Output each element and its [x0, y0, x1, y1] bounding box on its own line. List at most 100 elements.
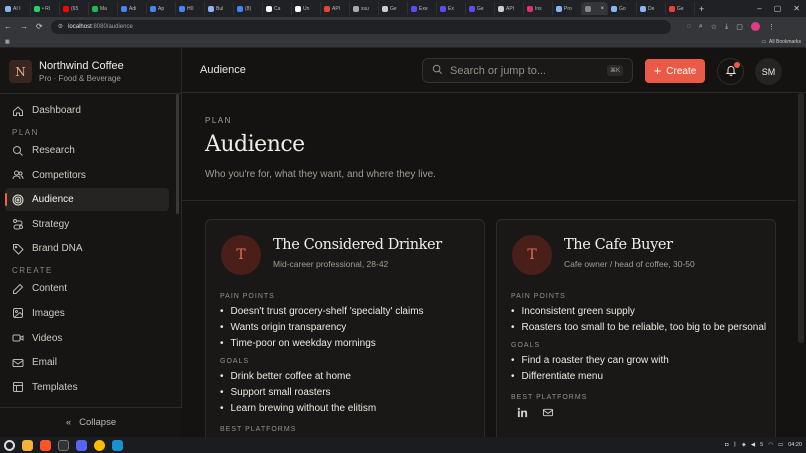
persona-card[interactable]: T The Cafe Buyer Cafe owner / head of co…: [496, 219, 776, 437]
browser-tab[interactable]: ×: [582, 2, 608, 15]
tab-label: Ex: [448, 5, 454, 12]
sidebar-item-images[interactable]: Images: [5, 302, 169, 325]
sidebar-item-email[interactable]: Email: [5, 351, 169, 374]
main-scrollbar[interactable]: [798, 93, 804, 343]
tab-favicon-icon: [92, 5, 98, 12]
list-item-text: Drink better coffee at home: [230, 371, 351, 382]
sidebar-item-competitors[interactable]: Competitors: [5, 164, 169, 187]
wifi-icon[interactable]: ◠: [768, 442, 773, 448]
browser-tab[interactable]: API: [495, 2, 524, 15]
home-icon: [12, 105, 24, 117]
tab-favicon-icon: [353, 5, 359, 12]
sidebar-item-templates[interactable]: Templates: [5, 376, 169, 399]
browser-tab[interactable]: Adi: [118, 2, 147, 15]
avatar[interactable]: SM: [755, 58, 782, 85]
tab-label: API: [506, 5, 515, 12]
sidebar-item-brand-dna[interactable]: Brand DNA: [5, 237, 169, 260]
browser-tab[interactable]: API: [321, 2, 350, 15]
browser-tab[interactable]: Ge: [466, 2, 495, 15]
volume-icon[interactable]: ◀: [751, 442, 755, 448]
linkedin-icon: [517, 405, 528, 423]
apps-grid-icon[interactable]: ▦: [5, 39, 10, 45]
start-icon[interactable]: [4, 439, 15, 451]
sidebar-item-research[interactable]: Research: [5, 139, 169, 162]
bullet: •: [511, 371, 515, 382]
menu-icon[interactable]: ⋮: [768, 23, 775, 31]
terminal-icon[interactable]: [58, 439, 69, 451]
browser-tab[interactable]: Ge: [666, 2, 695, 15]
browser-tab[interactable]: ssu: [350, 2, 379, 15]
address-bar-row: ← → ⟳ ⚙ localhost:8080/audience ◌ ⌕ ☆ ⤓ …: [0, 17, 806, 36]
tab-favicon-icon: [5, 5, 11, 12]
close-tab-icon[interactable]: ×: [600, 6, 604, 12]
notifications-button[interactable]: [717, 58, 744, 85]
sidebar-item-strategy[interactable]: Strategy: [5, 213, 169, 236]
bullet: •: [511, 306, 515, 317]
browser-tab[interactable]: Pro: [553, 2, 582, 15]
sidebar-item-audience[interactable]: Audience: [5, 188, 169, 212]
bookmarks-bar: ▦ ▭ All Bookmarks: [0, 36, 806, 48]
maximize-icon[interactable]: ▢: [774, 4, 782, 13]
browser-tab[interactable]: Ex: [437, 2, 466, 15]
chrome-icon[interactable]: [94, 439, 105, 451]
close-window-icon[interactable]: ✕: [793, 4, 800, 13]
list-item: • Drink better coffee at home: [220, 369, 476, 385]
browser-tab[interactable]: Go: [608, 2, 637, 15]
browser-tab[interactable]: Ca: [263, 2, 292, 15]
browser-tab[interactable]: H0: [176, 2, 205, 15]
app-root: N Northwind Coffee Pro · Food & Beverage…: [0, 48, 806, 437]
list-item: • Time-poor on weekday mornings: [220, 336, 476, 352]
zoom-icon[interactable]: ⌕: [699, 23, 703, 31]
browser-tab[interactable]: • RI: [31, 2, 60, 15]
vpn-icon[interactable]: [112, 439, 123, 451]
tab-favicon-icon: [121, 5, 127, 12]
tab-label: Ge: [390, 5, 397, 12]
folder-icon[interactable]: [22, 439, 33, 451]
browser-tab[interactable]: Ge: [379, 2, 408, 15]
sidebar-item-videos[interactable]: Videos: [5, 327, 169, 350]
battery-icon[interactable]: ▭: [778, 442, 783, 448]
sidebar-scrollbar[interactable]: [176, 94, 179, 214]
gamepad-icon[interactable]: ◘: [725, 442, 728, 448]
download-icon[interactable]: ⤓: [725, 23, 728, 31]
url-field[interactable]: ⚙ localhost:8080/audience: [50, 19, 671, 34]
browser-tab[interactable]: AI I: [2, 2, 31, 15]
minimize-icon[interactable]: –: [757, 4, 761, 13]
sidebar-item-dashboard[interactable]: Dashboard: [5, 99, 169, 122]
discord-icon[interactable]: [76, 439, 87, 451]
collapse-button[interactable]: « Collapse: [0, 407, 182, 437]
browser-tab[interactable]: (8): [234, 2, 263, 15]
profile-avatar[interactable]: [750, 22, 760, 31]
bullet: •: [511, 355, 515, 366]
browser-tab[interactable]: De: [637, 2, 666, 15]
persona-details: PAIN POINTS • Doesn't trust grocery-shelf…: [220, 287, 476, 437]
sidebar-item-content[interactable]: Content: [5, 277, 169, 300]
list-item: • Wants origin transparency: [220, 320, 476, 336]
brand[interactable]: N Northwind Coffee Pro · Food & Beverage: [9, 60, 124, 83]
back-icon[interactable]: ←: [4, 22, 12, 31]
browser-tab[interactable]: (65: [60, 2, 89, 15]
sidebar-item-label: Competitors: [32, 169, 86, 181]
extensions-icon[interactable]: ▢: [736, 23, 743, 31]
brave-icon[interactable]: [40, 439, 51, 451]
create-button[interactable]: + Create: [645, 59, 705, 83]
browser-tab[interactable]: Ma: [89, 2, 118, 15]
browser-tab[interactable]: Un: [292, 2, 321, 15]
browser-tab[interactable]: Exe: [408, 2, 437, 15]
new-tab-icon[interactable]: +: [699, 4, 704, 14]
eye-off-icon[interactable]: ◌: [687, 23, 691, 30]
persona-card[interactable]: T The Considered Drinker Mid-career prof…: [205, 219, 485, 437]
all-bookmarks-button[interactable]: ▭ All Bookmarks: [761, 39, 801, 45]
site-info-icon[interactable]: ⚙: [58, 23, 63, 30]
browser-tab[interactable]: Bul: [205, 2, 234, 15]
star-icon[interactable]: ☆: [711, 23, 717, 31]
reload-icon[interactable]: ⟳: [36, 22, 43, 31]
bluetooth-icon[interactable]: ᛒ: [733, 442, 736, 448]
search-input[interactable]: Search or jump to... ⌘K: [422, 58, 633, 83]
clock[interactable]: 04:20: [788, 442, 802, 448]
shield-icon[interactable]: ◈: [742, 442, 746, 448]
browser-tab[interactable]: Ap: [147, 2, 176, 15]
tab-favicon-icon: [382, 5, 388, 12]
browser-tab[interactable]: Ins: [524, 2, 553, 15]
forward-icon[interactable]: →: [20, 22, 28, 31]
